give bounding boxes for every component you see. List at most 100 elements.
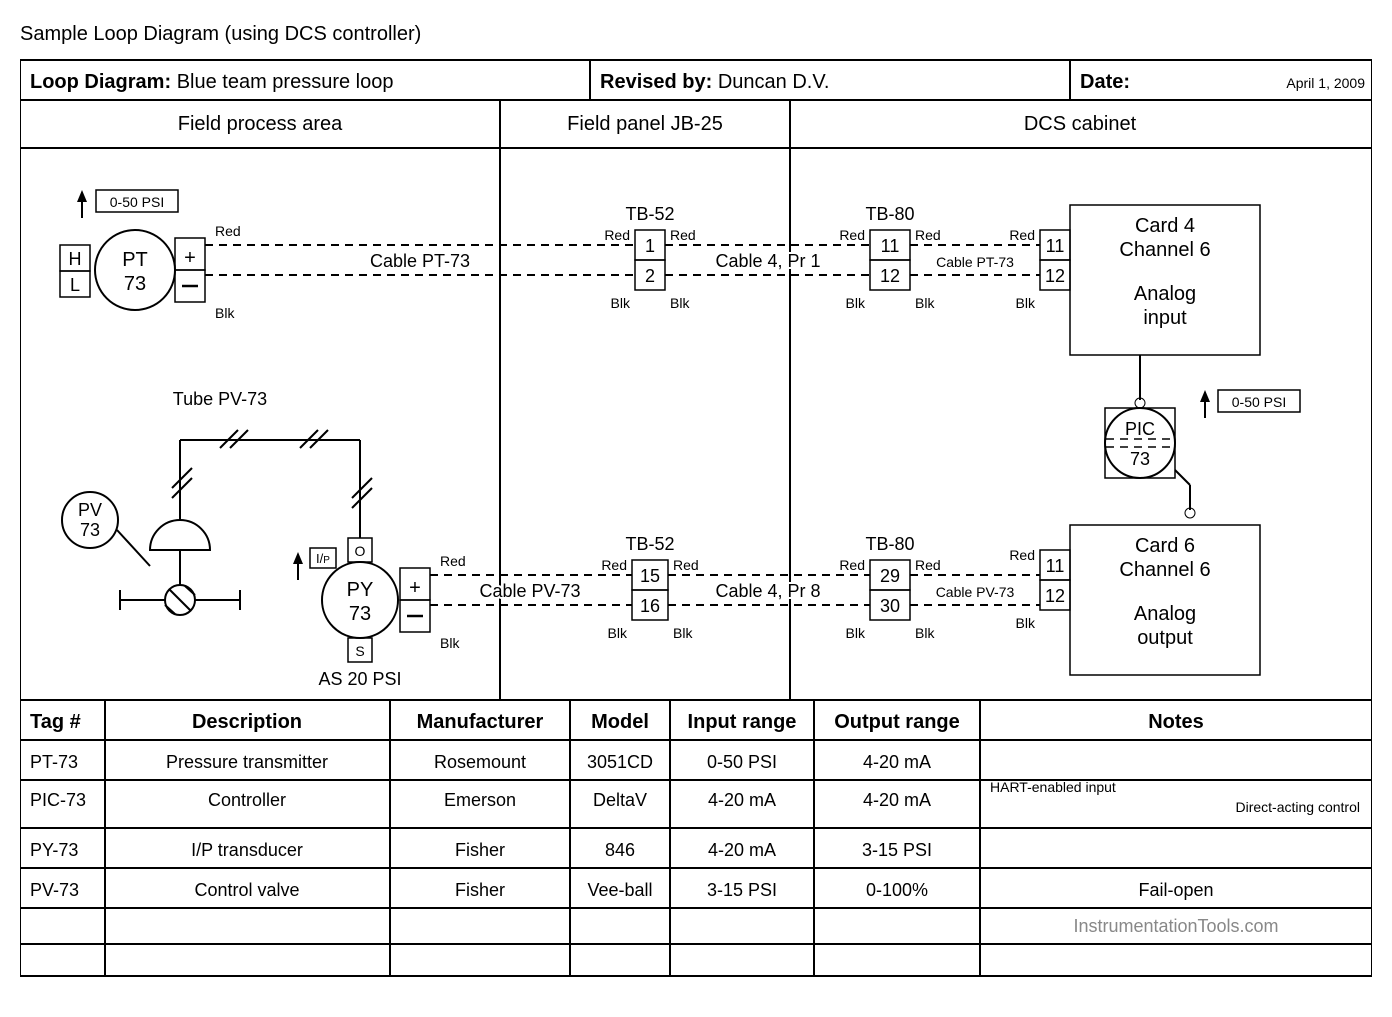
cable-pv73-1: Cable PV-73 — [479, 581, 580, 601]
pic-range: 0-50 PSI — [1232, 394, 1286, 410]
tb80-top: TB-80 11 12 Red Red Blk Blk — [839, 204, 940, 311]
pt-red1: Red — [215, 223, 241, 239]
tb80-red-r: Red — [915, 227, 941, 243]
table-cell: 4-20 mA — [708, 790, 776, 810]
th-tag: Tag # — [30, 711, 81, 733]
py-as: AS 20 PSI — [318, 669, 401, 689]
cable-pt73-2: Cable PT-73 — [936, 254, 1014, 270]
card6-t2: 12 — [1045, 586, 1065, 606]
card6-l4: output — [1137, 627, 1193, 649]
area-panel: Field panel JB-25 — [567, 113, 723, 135]
tb80-29: 29 — [880, 566, 900, 586]
pt-l: L — [70, 275, 80, 295]
py-ip: I/P — [316, 551, 330, 566]
revised-label: Revised by: — [600, 71, 712, 93]
loop-label: Loop Diagram: — [30, 71, 171, 93]
tb52-red-l: Red — [604, 227, 630, 243]
py-s: S — [355, 643, 364, 659]
tb80-12: 12 — [880, 266, 900, 286]
tb80-11: 11 — [881, 236, 900, 256]
tb80-30: 30 — [880, 596, 900, 616]
card4: 11 12 Red Blk Card 4 Channel 6 Analog in… — [1009, 205, 1260, 355]
tb52-2: 2 — [645, 266, 655, 286]
tb80-blk-l: Blk — [846, 295, 866, 311]
table-cell: DeltaV — [593, 790, 647, 810]
tube-pv73: Tube PV-73 — [172, 389, 372, 538]
th-out: Output range — [834, 711, 960, 733]
area-field: Field process area — [178, 113, 343, 135]
pic-tag1: PIC — [1125, 419, 1155, 439]
card4-l2: Channel 6 — [1119, 239, 1210, 261]
tb52-1: 1 — [645, 236, 655, 256]
tb52-label2: TB-52 — [625, 534, 674, 554]
revised-by: Duncan D.V. — [718, 71, 830, 93]
card4-l4: input — [1143, 307, 1187, 329]
date-label: Date: — [1080, 71, 1130, 93]
pv-tag2: 73 — [80, 520, 100, 540]
table-cell: HART-enabled inputDirect-acting control — [990, 779, 1360, 815]
instrument-table: Tag # Description Manufacturer Model Inp… — [20, 700, 1372, 976]
py-red: Red — [440, 553, 466, 569]
table-cell: I/P transducer — [191, 840, 303, 860]
th-model: Model — [591, 711, 649, 733]
tb52-label1: TB-52 — [625, 204, 674, 224]
tb80-blk-r: Blk — [915, 295, 935, 311]
table-cell: Control valve — [194, 880, 299, 900]
card6-l3: Analog — [1134, 603, 1196, 625]
tb52b-red-r: Red — [673, 557, 699, 573]
table-cell: Fail-open — [1138, 880, 1213, 900]
tb80b-blk-l: Blk — [846, 625, 866, 641]
pt-blk1: Blk — [215, 305, 235, 321]
tb52b-blk-r: Blk — [673, 625, 693, 641]
tb52-15: 15 — [640, 566, 660, 586]
table-cell: 3051CD — [587, 752, 653, 772]
py73: O PY 73 S AS 20 PSI I/P + Red Blk — [293, 538, 466, 689]
table-cell: Vee-ball — [587, 880, 652, 900]
table-cell: Controller — [208, 790, 286, 810]
tube-label: Tube PV-73 — [173, 389, 267, 409]
tb80b-blk-r: Blk — [915, 625, 935, 641]
th-notes: Notes — [1148, 711, 1204, 733]
table-cell: 3-15 PSI — [862, 840, 932, 860]
py-tag1: PY — [347, 579, 374, 601]
tb52b-red-l: Red — [601, 557, 627, 573]
table-cell: 0-50 PSI — [707, 752, 777, 772]
loop-name: Blue team pressure loop — [177, 71, 394, 93]
card4-blk: Blk — [1016, 295, 1036, 311]
th-desc: Description — [192, 711, 302, 733]
table-cell: Fisher — [455, 840, 505, 860]
py-blk: Blk — [440, 635, 460, 651]
tb80-label1: TB-80 — [865, 204, 914, 224]
tb80-bottom: TB-80 29 30 Red Red Blk Blk — [839, 534, 940, 641]
table-cell: 3-15 PSI — [707, 880, 777, 900]
card4-l3: Analog — [1134, 283, 1196, 305]
py-o: O — [355, 543, 366, 559]
card6: 11 12 Red Blk Card 6 Channel 6 Analog ou… — [1009, 525, 1260, 675]
cable-pt73-1: Cable PT-73 — [370, 251, 470, 271]
table-cell: Rosemount — [434, 752, 526, 772]
tb52-top: TB-52 1 2 Red Red Blk Blk — [604, 204, 695, 311]
page-title: Sample Loop Diagram (using DCS controlle… — [20, 23, 421, 45]
table-cell: 4-20 mA — [708, 840, 776, 860]
pic-controller: PIC 73 0-50 PSI — [1105, 355, 1300, 518]
table-cell: Emerson — [444, 790, 516, 810]
card6-l2: Channel 6 — [1119, 559, 1210, 581]
cable-pair8: Cable 4, Pr 8 — [715, 581, 820, 601]
area-dcs: DCS cabinet — [1024, 113, 1137, 135]
pic-tag2: 73 — [1130, 449, 1150, 469]
tb52-16: 16 — [640, 596, 660, 616]
tb80-red-l: Red — [839, 227, 865, 243]
cable-pv73-2: Cable PV-73 — [936, 584, 1015, 600]
th-in: Input range — [688, 711, 797, 733]
th-mfr: Manufacturer — [417, 711, 544, 733]
table-cell: PIC-73 — [30, 790, 86, 810]
tb52b-blk-l: Blk — [608, 625, 628, 641]
tb80b-red-l: Red — [839, 557, 865, 573]
table-cell: 4-20 mA — [863, 752, 931, 772]
card4-t1: 11 — [1046, 236, 1065, 256]
table-cell: PV-73 — [30, 880, 79, 900]
pt-plus: + — [184, 247, 196, 269]
card6-red: Red — [1009, 547, 1035, 563]
card4-t2: 12 — [1045, 266, 1065, 286]
pv-tag1: PV — [78, 500, 102, 520]
